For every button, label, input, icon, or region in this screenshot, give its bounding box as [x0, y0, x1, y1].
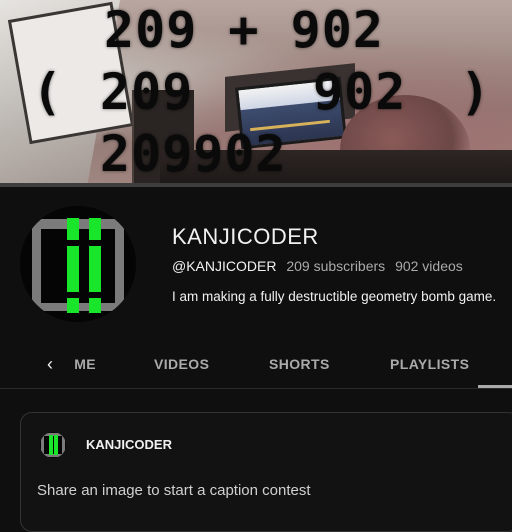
- avatar-gap-top: [64, 240, 104, 246]
- tab-selected-indicator: [478, 385, 512, 388]
- channel-handle: @KANJICODER: [172, 258, 277, 274]
- banner-line-1: 209 + 902: [104, 1, 384, 59]
- banner-paren-open: (: [32, 63, 64, 121]
- banner-line-3: 209902: [100, 125, 287, 183]
- avatar-green-bar-left: [67, 218, 79, 313]
- post-author-avatar: [40, 432, 66, 458]
- post-avatar-bar-left: [49, 435, 53, 455]
- video-count: 902 videos: [395, 258, 463, 274]
- subscriber-count: 209 subscribers: [286, 258, 386, 274]
- tab-shorts[interactable]: SHORTS: [269, 356, 330, 372]
- tab-playlists[interactable]: PLAYLISTS: [390, 356, 469, 372]
- tab-home-label: ME: [74, 356, 96, 372]
- banner-divider: [0, 183, 512, 187]
- channel-name: KANJICODER: [172, 224, 319, 249]
- avatar-green-bar-right: [89, 218, 101, 313]
- tab-home[interactable]: ME: [72, 356, 96, 372]
- avatar-gap-bottom: [64, 292, 104, 298]
- channel-banner: 209 + 902 ( 209 902 ) 209902: [0, 0, 512, 183]
- post-avatar-inner: [44, 436, 62, 454]
- banner-line-2-second: 902: [313, 63, 407, 121]
- post-composer-card: [20, 412, 512, 532]
- post-text-input[interactable]: Share an image to start a caption contes…: [37, 482, 477, 499]
- channel-avatar[interactable]: [20, 206, 136, 322]
- chevron-left-icon[interactable]: ‹: [38, 352, 62, 376]
- post-author-name: KANJICODER: [86, 437, 172, 452]
- banner-line-2-first: 209: [100, 63, 194, 121]
- post-avatar-bar-right: [54, 435, 58, 455]
- tab-videos[interactable]: VIDEOS: [154, 356, 209, 372]
- banner-paren-close: ): [460, 63, 492, 121]
- channel-meta: @KANJICODER 209 subscribers 902 videos: [172, 258, 469, 274]
- channel-description[interactable]: I am making a fully destructible geometr…: [172, 289, 496, 304]
- channel-tabs: ‹ ME VIDEOS SHORTS PLAYLISTS: [0, 340, 512, 389]
- banner-text-overlay: 209 + 902 ( 209 902 ) 209902: [0, 0, 512, 183]
